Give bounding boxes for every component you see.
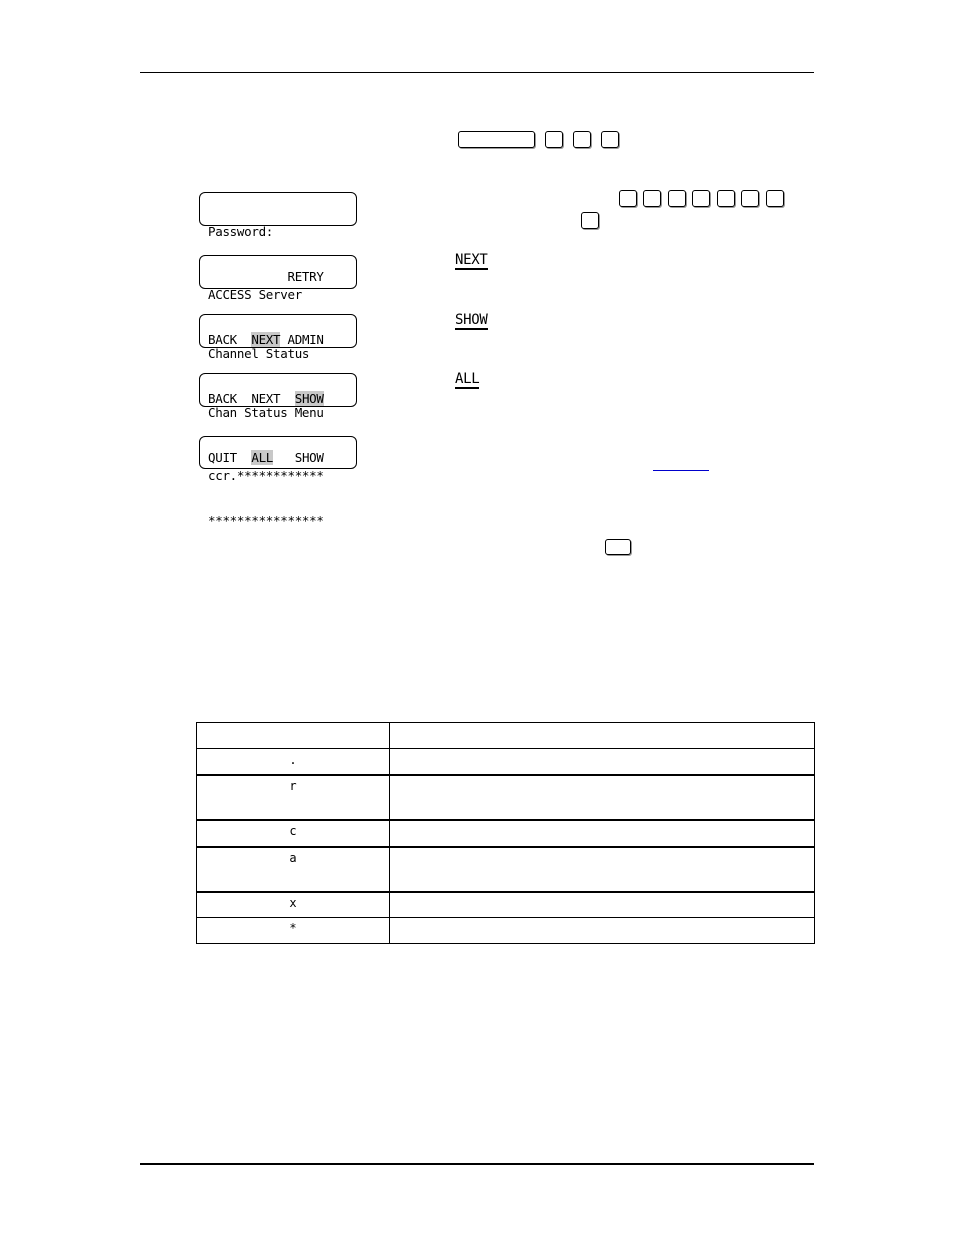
dial-key-3[interactable] — [601, 131, 619, 148]
lcd-line1: Chan Status Menu — [208, 405, 324, 420]
lcd-access-server: ACCESS Server BACK NEXT ADMIN — [199, 255, 357, 347]
lcd-line1: Password: — [208, 224, 274, 239]
status-description — [389, 890, 815, 918]
status-code: . — [196, 748, 390, 775]
feature-key[interactable] — [458, 131, 535, 148]
table-header-cell — [389, 722, 815, 749]
status-description — [389, 818, 815, 847]
lcd-line2: **************** — [208, 513, 324, 528]
table-row: c — [196, 818, 815, 847]
lcd-line1: ccr.************ — [208, 468, 324, 483]
status-description — [389, 773, 815, 820]
status-code-table: . r c a x * — [196, 722, 815, 944]
softkey-show: SHOW — [455, 312, 488, 330]
table-row: a — [196, 845, 815, 892]
password-key-5[interactable] — [717, 190, 735, 207]
status-description — [389, 748, 815, 775]
lcd-channel-display: ccr.************ **************** — [199, 436, 357, 528]
dial-key-2[interactable] — [573, 131, 591, 148]
status-code: c — [196, 818, 390, 847]
lcd-line1: Channel Status — [208, 346, 310, 361]
lcd-password: Password: RETRY — [199, 192, 357, 284]
table-row: * — [196, 917, 815, 944]
cross-reference-link[interactable] — [653, 470, 709, 471]
table-header-row — [196, 722, 815, 749]
password-key-6[interactable] — [741, 190, 759, 207]
header-rule — [140, 72, 814, 73]
status-code: a — [196, 845, 390, 892]
softkey-all: ALL — [455, 371, 480, 389]
rls-key[interactable] — [605, 539, 631, 555]
lcd-line1: ACCESS Server — [208, 287, 302, 302]
lcd-chan-status-menu: Chan Status Menu QUIT ALL SHOW — [199, 373, 357, 465]
password-key-1[interactable] — [619, 190, 637, 207]
footer-rule — [140, 1163, 814, 1165]
status-code: * — [196, 917, 390, 944]
dial-key-1[interactable] — [545, 131, 563, 148]
password-key-4[interactable] — [692, 190, 710, 207]
status-code: x — [196, 890, 390, 918]
status-description — [389, 917, 815, 944]
table-header-cell — [196, 722, 390, 749]
password-key-7[interactable] — [766, 190, 784, 207]
table-row: r — [196, 773, 815, 820]
password-key-2[interactable] — [643, 190, 661, 207]
enter-key[interactable] — [581, 212, 599, 229]
table-row: x — [196, 890, 815, 918]
table-row: . — [196, 748, 815, 775]
password-key-3[interactable] — [668, 190, 686, 207]
status-description — [389, 845, 815, 892]
lcd-channel-status: Channel Status BACK NEXT SHOW — [199, 314, 357, 406]
status-code: r — [196, 773, 390, 820]
softkey-next: NEXT — [455, 252, 488, 270]
